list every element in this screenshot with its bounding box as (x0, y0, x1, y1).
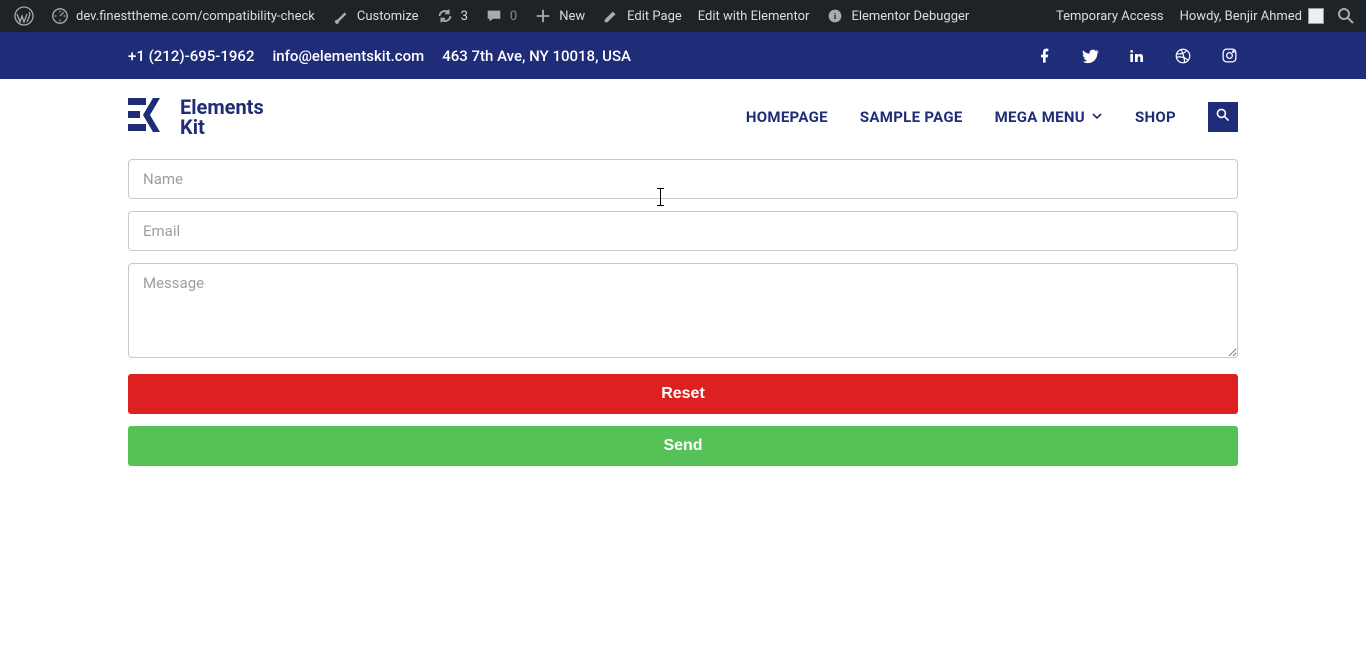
contact-info: +1 (212)-695-1962 info@elementskit.com 4… (128, 47, 631, 65)
facebook-icon[interactable] (1036, 47, 1054, 65)
dribbble-icon[interactable] (1174, 47, 1192, 65)
pencil-icon (601, 6, 621, 26)
nav-label: SHOP (1135, 108, 1176, 126)
nav-mega-menu[interactable]: MEGA MENU (995, 108, 1103, 126)
wp-admin-bar: dev.finesttheme.com/compatibility-check … (0, 0, 1366, 32)
nav-label: HOMEPAGE (746, 108, 828, 126)
howdy-link[interactable]: Howdy, Benjir Ahmed (1172, 0, 1332, 32)
nav-shop[interactable]: SHOP (1135, 108, 1176, 126)
contact-form-section: Reset Send (0, 154, 1366, 518)
temporary-access-link[interactable]: Temporary Access (1048, 0, 1172, 32)
dashboard-icon (50, 6, 70, 26)
top-contact-bar: +1 (212)-695-1962 info@elementskit.com 4… (0, 32, 1366, 79)
main-nav: HOMEPAGE SAMPLE PAGE MEGA MENU SHOP (746, 102, 1238, 132)
reset-button[interactable]: Reset (128, 374, 1238, 414)
avatar (1308, 8, 1324, 24)
info-icon: i (825, 6, 845, 26)
site-name-text: dev.finesttheme.com/compatibility-check (76, 9, 315, 24)
paintbrush-icon (331, 6, 351, 26)
chevron-down-icon (1091, 108, 1103, 126)
edit-elementor-text: Edit with Elementor (698, 9, 810, 24)
comments-count: 0 (510, 9, 517, 24)
comment-icon (484, 6, 504, 26)
updates-link[interactable]: 3 (427, 0, 476, 32)
nav-homepage[interactable]: HOMEPAGE (746, 108, 828, 126)
email-input[interactable] (128, 211, 1238, 251)
refresh-icon (435, 6, 455, 26)
customize-link[interactable]: Customize (323, 0, 427, 32)
name-input[interactable] (128, 159, 1238, 199)
logo-text: Elements Kit (180, 97, 264, 137)
logo-line1: Elements (180, 97, 264, 117)
updates-count: 3 (461, 9, 468, 24)
temporary-access-text: Temporary Access (1056, 9, 1164, 24)
search-icon (1215, 107, 1231, 127)
edit-page-link[interactable]: Edit Page (593, 0, 690, 32)
elementor-debugger-text: Elementor Debugger (851, 9, 969, 24)
phone-text: +1 (212)-695-1962 (128, 47, 254, 65)
wordpress-icon (14, 6, 34, 26)
wp-logo[interactable] (6, 0, 42, 32)
search-button[interactable] (1208, 102, 1238, 132)
twitter-icon[interactable] (1082, 47, 1100, 65)
linkedin-icon[interactable] (1128, 47, 1146, 65)
comments-link[interactable]: 0 (476, 0, 525, 32)
instagram-icon[interactable] (1220, 47, 1238, 65)
logo-line2: Kit (180, 117, 264, 137)
edit-elementor-link[interactable]: Edit with Elementor (690, 0, 818, 32)
social-links (1036, 47, 1238, 65)
search-icon (1336, 6, 1356, 26)
new-link[interactable]: New (525, 0, 593, 32)
edit-page-text: Edit Page (627, 9, 682, 24)
site-name-link[interactable]: dev.finesttheme.com/compatibility-check (42, 0, 323, 32)
plus-icon (533, 6, 553, 26)
send-button[interactable]: Send (128, 426, 1238, 466)
site-logo[interactable]: Elements Kit (128, 97, 264, 137)
nav-sample-page[interactable]: SAMPLE PAGE (860, 108, 963, 126)
email-text: info@elementskit.com (272, 47, 424, 65)
wp-admin-right: Temporary Access Howdy, Benjir Ahmed (1048, 0, 1360, 32)
site-header: Elements Kit HOMEPAGE SAMPLE PAGE MEGA M… (0, 79, 1366, 154)
new-text: New (559, 9, 585, 24)
elementor-debugger-link[interactable]: i Elementor Debugger (817, 0, 977, 32)
wp-admin-left: dev.finesttheme.com/compatibility-check … (6, 0, 977, 32)
logo-mark-icon (128, 98, 170, 136)
howdy-text: Howdy, Benjir Ahmed (1180, 9, 1302, 24)
nav-label: SAMPLE PAGE (860, 108, 963, 126)
admin-search[interactable] (1332, 0, 1360, 32)
message-textarea[interactable] (128, 263, 1238, 358)
nav-label: MEGA MENU (995, 108, 1085, 126)
customize-text: Customize (357, 9, 419, 24)
address-text: 463 7th Ave, NY 10018, USA (442, 47, 631, 65)
